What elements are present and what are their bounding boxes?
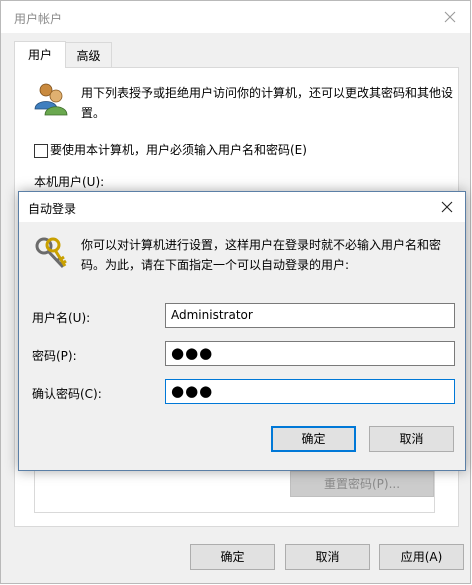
users-icon [34,83,68,116]
dialog-title-bar[interactable]: 自动登录 [19,192,465,222]
tab-advanced[interactable]: 高级 [65,42,112,67]
window-title: 用户帐户 [14,12,63,26]
ok-button[interactable]: 确定 [190,544,275,570]
dialog-cancel-button[interactable]: 取消 [369,426,454,452]
cancel-button[interactable]: 取消 [285,544,370,570]
password-field[interactable]: ●●● [165,341,455,366]
dialog-title: 自动登录 [28,202,77,216]
close-icon[interactable] [438,5,462,29]
keys-icon [35,237,67,269]
username-field[interactable]: Administrator [165,303,455,328]
reset-password-button[interactable]: 重置密码(P)... [290,471,434,497]
confirm-password-field[interactable]: ●●● [165,379,455,404]
password-label: 密码(P): [32,349,77,363]
require-password-checkbox[interactable] [34,144,48,158]
intro-text: 用下列表授予或拒绝用户访问你的计算机，还可以更改其密码和其他设置。 [81,86,454,120]
dialog-ok-button[interactable]: 确定 [271,426,356,452]
local-users-label: 本机用户(U): [34,175,105,189]
window-title-bar[interactable]: 用户帐户 [1,1,470,33]
require-password-label[interactable]: 要使用本计算机，用户必须输入用户名和密码(E) [50,141,307,158]
auto-logon-dialog: 自动登录 你可以对计算机进行设置，这样用户在登录时就不必输入用户名和密码。为此，… [18,191,466,471]
apply-button[interactable]: 应用(A) [379,544,464,570]
close-icon[interactable] [436,196,458,218]
username-label: 用户名(U): [32,311,91,325]
dialog-description: 你可以对计算机进行设置，这样用户在登录时就不必输入用户名和密码。为此，请在下面指… [81,238,442,272]
tab-users[interactable]: 用户 [14,41,66,68]
confirm-password-label: 确认密码(C): [32,387,102,401]
